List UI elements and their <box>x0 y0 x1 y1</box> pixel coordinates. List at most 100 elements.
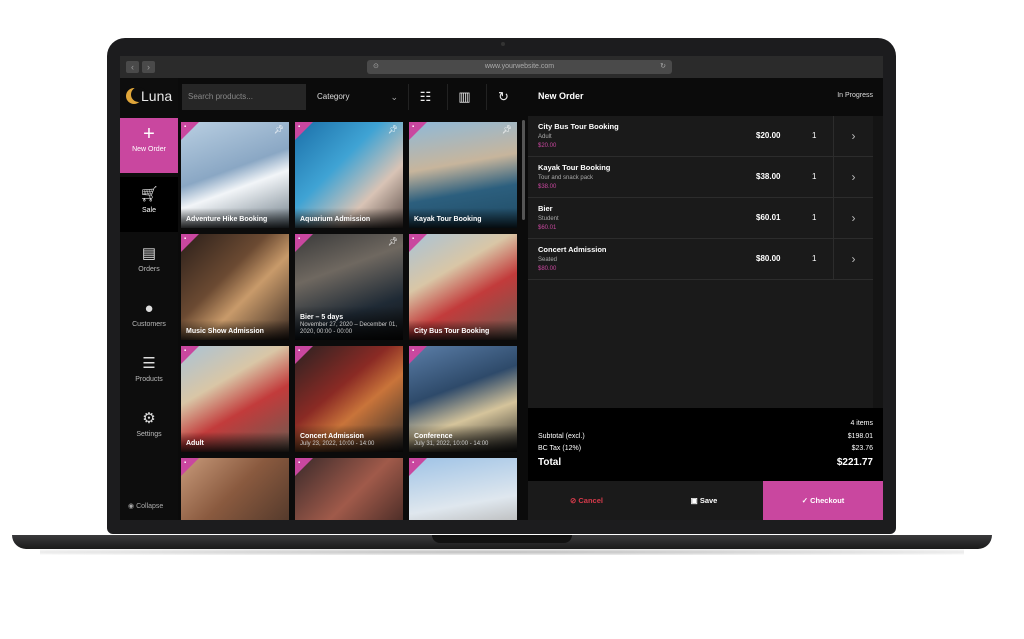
product-title: Aquarium Admission <box>295 208 403 228</box>
save-icon: ▣ <box>690 496 698 505</box>
chevron-right-icon[interactable]: › <box>833 198 873 238</box>
product-title: Adventure Hike Booking <box>181 208 289 228</box>
product-tile[interactable]: ▪ Conference July 31, 2022, 10:00 - 14:00 <box>409 346 517 452</box>
calendar-icon: ▪ <box>184 236 187 242</box>
product-grid-scrollbar[interactable] <box>522 120 525 220</box>
collapse-button[interactable]: ◉ Collapse <box>128 502 163 510</box>
gear-icon: ⚙ <box>142 410 156 427</box>
line-name: City Bus Tour Booking <box>538 122 619 131</box>
product-tile[interactable]: ▪ 📌︎ Aquarium Admission <box>295 122 403 228</box>
sidebar-item-products[interactable]: ☰ Products <box>120 346 178 401</box>
product-tile[interactable]: ▪ Adult <box>181 346 289 452</box>
chevron-right-icon[interactable]: › <box>833 116 873 156</box>
subtotal-label: Subtotal (excl.) <box>538 433 585 440</box>
cancel-icon: ⊘ <box>570 496 577 505</box>
total-value: $221.77 <box>836 457 873 468</box>
line-qty[interactable]: 1 <box>812 172 816 181</box>
back-button[interactable]: ‹ <box>126 61 139 73</box>
browser-toolbar: ‹ › ⊙ www.yourwebsite.com ↻ <box>120 56 883 78</box>
laptop-notch <box>432 535 572 543</box>
sidebar-item-sale[interactable]: 🛒︎ Sale <box>120 177 178 232</box>
order-scrollbar[interactable] <box>873 116 883 408</box>
order-header: New Order In Progress <box>528 78 883 116</box>
line-qty[interactable]: 1 <box>812 254 816 263</box>
product-tile[interactable]: ▪ City Bus Tour Booking <box>409 234 517 340</box>
calendar-icon: ▪ <box>412 236 415 242</box>
reload-icon[interactable]: ↻ <box>660 60 666 74</box>
line-qty[interactable]: 1 <box>812 213 816 222</box>
calendar-icon: ▪ <box>298 460 301 466</box>
receipt-icon: ▤ <box>141 245 157 262</box>
order-status: In Progress <box>837 92 873 99</box>
checkout-button[interactable]: ✓ Checkout <box>763 481 883 520</box>
product-tile[interactable]: ▪ 📌︎ Kayak Tour Booking <box>409 122 517 228</box>
pin-icon[interactable]: 📌︎ <box>274 125 284 134</box>
refresh-button[interactable]: ↻ <box>486 84 520 110</box>
product-title: Music Show Admission <box>181 320 289 340</box>
line-variant: Adult <box>538 134 552 140</box>
sidebar-item-customers[interactable]: ● Customers <box>120 291 178 346</box>
collapse-icon: ◉ <box>128 503 135 510</box>
pin-icon[interactable]: 📌︎ <box>502 125 512 134</box>
order-line[interactable]: Kayak Tour Booking Tour and snack pack $… <box>528 157 873 198</box>
product-title: Adult <box>181 432 289 452</box>
tax-value: $23.76 <box>851 445 873 452</box>
barcode-button[interactable]: ▥ <box>447 84 481 110</box>
line-name: Bier <box>538 204 553 213</box>
order-line[interactable]: Bier Student $60.01 $60.01 1 › <box>528 198 873 239</box>
order-totals: 4 items Subtotal (excl.) $198.01 BC Tax … <box>528 408 883 481</box>
line-name: Kayak Tour Booking <box>538 163 611 172</box>
save-label: Save <box>699 496 718 505</box>
checkout-label: Checkout <box>810 496 845 505</box>
sidebar-item-settings[interactable]: ⚙ Settings <box>120 401 178 456</box>
line-price: $60.01 <box>756 213 781 222</box>
line-unit-price: $80.00 <box>538 266 557 272</box>
sidebar-item-label: Orders <box>138 266 160 273</box>
pin-icon[interactable]: 📌︎ <box>388 237 398 246</box>
pin-icon[interactable]: 📌︎ <box>388 125 398 134</box>
sliders-icon: ☷ <box>419 89 432 104</box>
cancel-button[interactable]: ⊘ Cancel <box>528 481 645 520</box>
user-icon: ● <box>144 300 154 317</box>
product-tile[interactable]: ▪ <box>181 458 289 520</box>
calendar-icon: ▪ <box>412 460 415 466</box>
filter-button[interactable]: ☷ <box>408 84 442 110</box>
list-icon: ☰ <box>142 355 156 372</box>
calendar-icon: ▪ <box>412 348 415 354</box>
product-tile[interactable]: ▪ 📌︎ Bier – 5 days November 27, 2020 – De… <box>295 234 403 340</box>
calendar-icon: ▪ <box>298 124 301 130</box>
line-price: $20.00 <box>756 131 781 140</box>
category-label: Category <box>317 92 350 101</box>
product-grid: ▪ 📌︎ Adventure Hike Booking ▪ 📌︎ Aquariu… <box>181 122 517 520</box>
line-unit-price: $38.00 <box>538 184 557 190</box>
chevron-right-icon[interactable]: › <box>833 239 873 279</box>
order-title: New Order <box>538 91 584 101</box>
search-input[interactable]: Search products... <box>182 84 306 110</box>
order-panel: New Order In Progress City Bus Tour Book… <box>528 78 883 520</box>
line-qty[interactable]: 1 <box>812 131 816 140</box>
order-line[interactable]: Concert Admission Seated $80.00 $80.00 1… <box>528 239 873 280</box>
save-button[interactable]: ▣ Save <box>645 481 763 520</box>
category-select[interactable]: Category ⌄ <box>311 84 404 110</box>
line-name: Concert Admission <box>538 245 607 254</box>
forward-button[interactable]: › <box>142 61 155 73</box>
product-tile[interactable]: ▪ <box>409 458 517 520</box>
url-text: www.yourwebsite.com <box>484 63 555 70</box>
sidebar-item-new-order[interactable]: + New Order <box>120 118 178 173</box>
chevron-right-icon[interactable]: › <box>833 157 873 197</box>
check-icon: ✓ <box>801 496 809 505</box>
sidebar-item-label: Customers <box>132 321 166 328</box>
product-title: Kayak Tour Booking <box>409 208 517 228</box>
product-tile[interactable]: ▪ <box>295 458 403 520</box>
order-line[interactable]: City Bus Tour Booking Adult $20.00 $20.0… <box>528 116 873 157</box>
calendar-icon: ▪ <box>184 348 187 354</box>
product-tile[interactable]: ▪ 📌︎ Adventure Hike Booking <box>181 122 289 228</box>
logo-text: Luna <box>141 88 173 104</box>
product-tile[interactable]: ▪ Music Show Admission <box>181 234 289 340</box>
sidebar-item-orders[interactable]: ▤ Orders <box>120 236 178 291</box>
calendar-icon: ▪ <box>412 124 415 130</box>
address-bar[interactable]: ⊙ www.yourwebsite.com ↻ <box>367 60 672 74</box>
product-tile[interactable]: ▪ Concert Admission July 23, 2022, 10:00 … <box>295 346 403 452</box>
calendar-icon: ▪ <box>184 124 187 130</box>
sidebar: Luna + New Order 🛒︎ Sale ▤ Orders ● Cust… <box>120 78 178 520</box>
